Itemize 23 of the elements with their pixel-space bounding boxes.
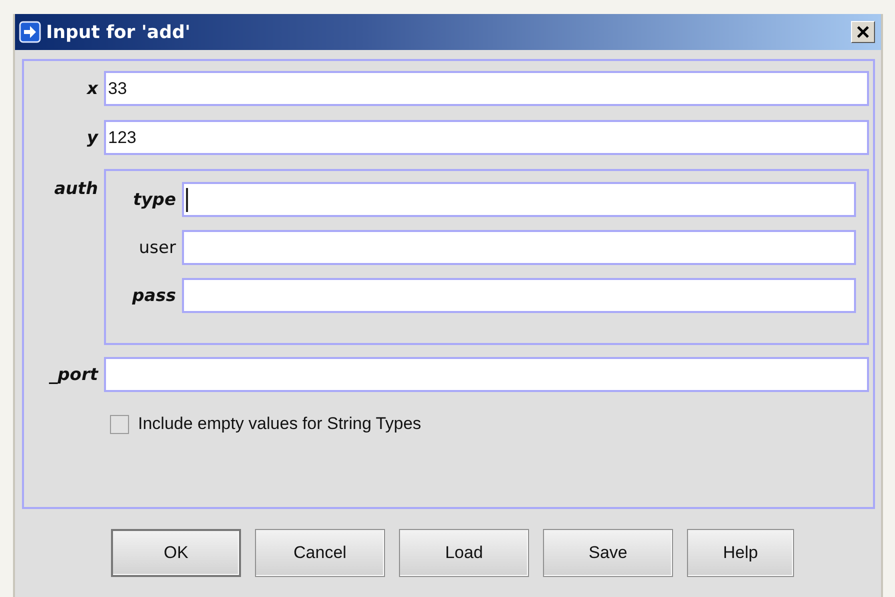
input-field[interactable] <box>104 357 869 392</box>
input-field[interactable]: 33 <box>104 71 869 106</box>
field-label: y <box>86 128 100 148</box>
close-icon <box>856 25 870 39</box>
field-label: x <box>86 78 100 98</box>
dialog-button[interactable]: Help <box>687 529 794 577</box>
input-field[interactable]: 123 <box>104 120 869 155</box>
dialog-button[interactable]: Load <box>399 529 529 577</box>
checkbox[interactable] <box>110 414 129 434</box>
field-label: user <box>138 238 177 258</box>
input-field[interactable] <box>182 182 856 217</box>
dialog-button[interactable]: Save <box>543 529 673 577</box>
field-label: pass <box>131 286 177 306</box>
dialog-button[interactable]: OK <box>111 529 241 577</box>
dialog-button[interactable]: Cancel <box>255 529 385 577</box>
close-button[interactable] <box>851 21 875 43</box>
input-field[interactable] <box>182 278 856 313</box>
input-field[interactable] <box>182 230 856 265</box>
checkbox-label[interactable]: Include empty values for String Types <box>138 414 422 434</box>
field-label: type <box>132 190 177 210</box>
group-label: auth <box>53 178 99 199</box>
window-title: Input for 'add' <box>46 22 192 42</box>
field-label: _port <box>48 364 100 384</box>
